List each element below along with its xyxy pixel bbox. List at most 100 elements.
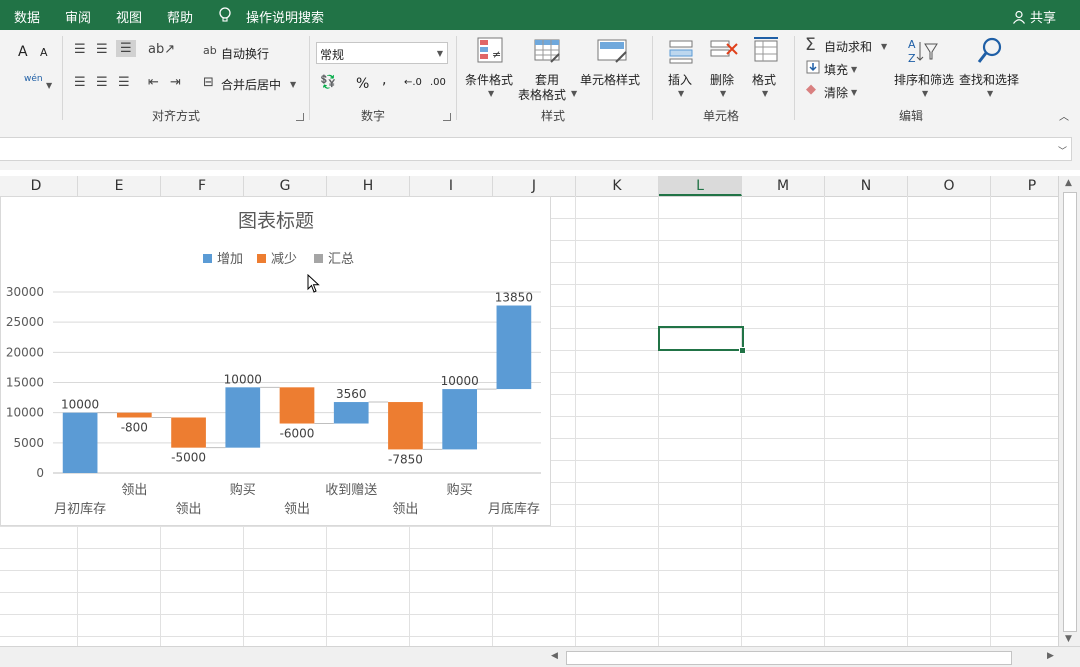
legend-label-2: 汇总 (328, 252, 354, 267)
scroll-left-icon[interactable]: ◀ (551, 651, 558, 661)
chevron-down-icon[interactable]: ▼ (987, 89, 993, 98)
conditional-format-button[interactable]: 条件格式 (465, 71, 513, 88)
format-button[interactable]: 格式 (752, 71, 776, 88)
chevron-down-icon[interactable]: ▼ (678, 89, 684, 98)
align-middle-icon[interactable]: ☰ (96, 42, 108, 57)
formula-input[interactable]: ﹀ (0, 137, 1072, 161)
cell-styles-button[interactable]: 单元格样式 (580, 71, 640, 88)
column-header-n[interactable]: N (825, 176, 908, 196)
legend-label-1: 减少 (271, 252, 297, 267)
align-top-icon[interactable]: ☰ (74, 42, 86, 57)
chevron-down-icon[interactable]: ▼ (290, 80, 296, 89)
autosum-button[interactable]: 自动求和 (824, 38, 872, 55)
accounting-format-icon[interactable]: 💱 (320, 75, 336, 90)
grid-row-line (0, 570, 1058, 571)
fill-handle[interactable] (739, 347, 746, 354)
x-category-label: 收到赠送 (325, 483, 377, 498)
increase-decimal-button[interactable]: ←.0 (404, 77, 422, 88)
tab-help[interactable]: 帮助 (167, 7, 193, 26)
column-header-g[interactable]: G (244, 176, 327, 196)
group-divider (456, 36, 457, 120)
fill-button[interactable]: 填充 (824, 61, 848, 78)
legend-swatch-2 (314, 254, 323, 263)
align-left-icon[interactable]: ☰ (74, 75, 86, 90)
svg-text:A: A (908, 38, 916, 51)
selected-cell[interactable] (658, 326, 744, 351)
tab-data[interactable]: 数据 (14, 7, 40, 26)
decrease-font-button[interactable]: A (40, 46, 48, 59)
decrease-decimal-button[interactable]: .00 (430, 77, 446, 88)
insert-button[interactable]: 插入 (668, 71, 692, 88)
format-cells-icon (752, 36, 780, 68)
find-select-button[interactable]: 查找和选择 (959, 71, 1019, 88)
column-header-d[interactable]: D (0, 176, 78, 196)
chevron-down-icon[interactable]: ▼ (851, 65, 857, 74)
group-label-styles: 样式 (541, 109, 566, 123)
chart-bar (225, 387, 261, 448)
vertical-scroll-thumb[interactable] (1063, 192, 1077, 632)
dialog-launcher-icon[interactable] (296, 113, 304, 121)
column-header-k[interactable]: K (576, 176, 659, 196)
table-format-icon (533, 36, 561, 68)
align-center-icon[interactable]: ☰ (96, 75, 108, 90)
share-button[interactable]: 共享 (1012, 7, 1056, 26)
scroll-up-icon[interactable]: ▲ (1065, 178, 1072, 188)
merge-center-button[interactable]: 合并后居中 (221, 76, 281, 93)
column-header-m[interactable]: M (742, 176, 825, 196)
waterfall-chart[interactable]: 图表标题 增加 减少 汇总 0 5000 10000 15000 20000 25000 30000… (0, 196, 551, 526)
sort-filter-button[interactable]: 排序和筛选 (894, 71, 954, 88)
column-header-f[interactable]: F (161, 176, 244, 196)
vertical-scrollbar[interactable]: ▲ ▼ (1058, 176, 1080, 646)
wrap-text-button[interactable]: 自动换行 (221, 45, 269, 62)
percent-button[interactable]: % (356, 76, 369, 92)
orientation-icon[interactable]: ab↗ (148, 42, 175, 57)
chevron-down-icon[interactable]: ▼ (881, 42, 887, 51)
chevron-down-icon[interactable]: ▼ (46, 81, 52, 90)
column-header-i[interactable]: I (410, 176, 493, 196)
y-tick-label: 0 (36, 466, 44, 480)
svg-text:Z: Z (908, 52, 916, 65)
comma-button[interactable]: , (382, 72, 386, 88)
column-header-e[interactable]: E (78, 176, 161, 196)
decrease-indent-icon[interactable]: ⇤ (148, 75, 159, 90)
align-bottom-icon[interactable]: ☰ (116, 40, 136, 57)
delete-button[interactable]: 删除 (710, 71, 734, 88)
share-label: 共享 (1029, 11, 1056, 26)
scroll-right-icon[interactable]: ▶ (1047, 651, 1054, 661)
worksheet-grid[interactable]: DEFGHIJKLMNOP 图表标题 增加 减少 汇总 0 5000 10000 15000 2… (0, 176, 1058, 646)
table-format-button[interactable]: 表格格式 (518, 86, 566, 103)
increase-indent-icon[interactable]: ⇥ (170, 75, 181, 90)
chevron-down-icon[interactable]: ▼ (922, 89, 928, 98)
x-category-label: 月底库存 (488, 501, 540, 517)
y-tick-label: 20000 (6, 345, 44, 359)
chevron-down-icon[interactable]: ▼ (762, 89, 768, 98)
number-format-value: 常规 (320, 48, 345, 62)
column-header-l[interactable]: L (659, 176, 742, 196)
expand-formula-icon[interactable]: ﹀ (1058, 144, 1067, 157)
tab-view[interactable]: 视图 (116, 7, 142, 26)
sort-filter-icon: AZ (906, 36, 940, 70)
column-header-p[interactable]: P (991, 176, 1058, 196)
chevron-down-icon[interactable]: ▼ (851, 88, 857, 97)
collapse-ribbon-icon[interactable]: ︿ (1059, 108, 1069, 123)
tell-me-search[interactable]: 操作说明搜索 (246, 7, 324, 26)
fill-down-icon (806, 60, 820, 78)
phonetic-button[interactable]: wén (24, 74, 43, 84)
column-header-j[interactable]: J (493, 176, 576, 196)
align-right-icon[interactable]: ☰ (118, 75, 130, 90)
clear-button[interactable]: 清除 (824, 84, 848, 101)
chevron-down-icon[interactable]: ▼ (571, 89, 577, 98)
column-header-h[interactable]: H (327, 176, 410, 196)
number-format-select[interactable]: 常规 ▼ (316, 42, 448, 64)
horizontal-scrollbar[interactable]: ◀ ▶ (0, 646, 1080, 667)
chevron-down-icon[interactable]: ▼ (720, 89, 726, 98)
tab-review[interactable]: 审阅 (65, 7, 91, 26)
dialog-launcher-icon[interactable] (443, 113, 451, 121)
group-label-number: 数字 (361, 109, 386, 123)
chart-bar (442, 389, 478, 450)
horizontal-scroll-thumb[interactable] (566, 651, 1012, 665)
increase-font-button[interactable]: A (18, 44, 28, 60)
column-header-o[interactable]: O (908, 176, 991, 196)
scroll-down-icon[interactable]: ▼ (1065, 634, 1072, 644)
chevron-down-icon[interactable]: ▼ (488, 89, 494, 98)
